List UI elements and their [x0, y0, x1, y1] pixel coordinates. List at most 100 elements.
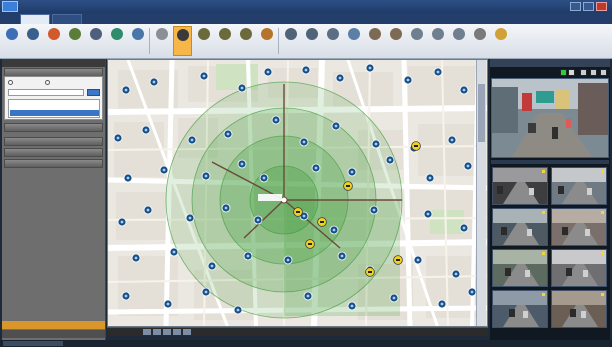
- map-vertical-scrollbar[interactable]: [476, 60, 486, 326]
- map-tool-button[interactable]: [153, 329, 161, 335]
- camera-status-badge: [601, 211, 604, 214]
- camera-fullscreen-button[interactable]: [600, 69, 607, 76]
- section-header-4[interactable]: [4, 159, 103, 168]
- toolbar-button-18[interactable]: [365, 26, 384, 56]
- link-icon: [5, 28, 18, 40]
- camera-marker-dot: [274, 118, 278, 122]
- toolbar-button-6[interactable]: [107, 26, 126, 56]
- camera-icon: [47, 28, 60, 40]
- list-item[interactable]: [10, 102, 99, 108]
- camera-marker-dot: [202, 74, 206, 78]
- camera-tile-3[interactable]: [492, 208, 548, 246]
- camera-tile-5[interactable]: [492, 249, 548, 287]
- camera-scene-shape: [552, 209, 606, 223]
- toolbar-button-10[interactable]: [194, 26, 213, 56]
- event-marker-glyph: [368, 271, 372, 273]
- camera-marker-dot: [116, 136, 120, 140]
- search-button[interactable]: [87, 89, 100, 96]
- toolbar-button-13[interactable]: [257, 26, 276, 56]
- toolbar-button-8[interactable]: [152, 26, 171, 56]
- list-item-selected[interactable]: [10, 110, 99, 116]
- section-header-1[interactable]: [4, 123, 103, 132]
- left-bottom-bar[interactable]: [2, 330, 105, 338]
- map-tool-button[interactable]: [143, 329, 151, 335]
- radio-option-b[interactable]: [45, 80, 50, 85]
- toolbar-button-21[interactable]: [428, 26, 447, 56]
- settings-icon: [68, 28, 81, 40]
- event-marker-glyph: [308, 243, 312, 245]
- camera-marker-dot: [134, 256, 138, 260]
- tab-secondary[interactable]: [52, 14, 82, 24]
- camera-marker-dot: [334, 124, 338, 128]
- camera-marker-dot: [338, 76, 342, 80]
- camera-play-button[interactable]: [560, 69, 567, 76]
- minimize-button[interactable]: [570, 2, 581, 11]
- camera-tile-7[interactable]: [492, 290, 548, 328]
- map-canvas[interactable]: [108, 60, 488, 327]
- toolbar-button-5[interactable]: [86, 26, 105, 56]
- camera-tile-6[interactable]: [551, 249, 607, 287]
- close-button[interactable]: [596, 2, 607, 11]
- toolbar-button-11[interactable]: [215, 26, 234, 56]
- camera-scene-shape: [562, 227, 568, 235]
- circle-icon: [155, 28, 168, 40]
- camera-marker-dot: [462, 88, 466, 92]
- camera-marker-dot: [286, 258, 290, 262]
- camera-marker-dot: [146, 208, 150, 212]
- tab-main[interactable]: [20, 14, 50, 24]
- map-tool-button[interactable]: [183, 329, 191, 335]
- map-tool-button[interactable]: [173, 329, 181, 335]
- toolbar-button-14[interactable]: [281, 26, 300, 56]
- camera-marker-dot: [304, 68, 308, 72]
- camera-panel: [490, 59, 610, 340]
- camera-scene-shape: [509, 309, 515, 317]
- target-icon: [218, 28, 231, 40]
- toolbar-button-1[interactable]: [2, 26, 21, 56]
- scrollbar-thumb[interactable]: [478, 84, 485, 142]
- camera-marker-dot: [224, 206, 228, 210]
- toolbar-button-4[interactable]: [65, 26, 84, 56]
- camera-tile-4[interactable]: [551, 208, 607, 246]
- camera-tile-2[interactable]: [551, 167, 607, 205]
- map-tool-button[interactable]: [163, 329, 171, 335]
- toolbar-button-15[interactable]: [302, 26, 321, 56]
- toolbar-button-7[interactable]: [128, 26, 147, 56]
- camera-scene-shape: [493, 168, 547, 182]
- toolbar-button-23[interactable]: [470, 26, 489, 56]
- camera-scene-shape: [493, 209, 547, 223]
- ruler-icon: [410, 28, 423, 40]
- camera-stop-button[interactable]: [568, 69, 575, 76]
- toolbar-button-2[interactable]: [23, 26, 42, 56]
- left-bottom-active-bar[interactable]: [2, 321, 105, 329]
- camera-marker-dot: [454, 272, 458, 276]
- maximize-button[interactable]: [583, 2, 594, 11]
- toolbar-button-9[interactable]: [173, 26, 192, 56]
- area-icon: [452, 28, 465, 40]
- map-view[interactable]: [107, 59, 488, 327]
- refresh-icon: [110, 28, 123, 40]
- camera-scene-shape: [552, 250, 606, 264]
- toolbar-button-19[interactable]: [386, 26, 405, 56]
- event-marker-glyph: [320, 221, 324, 223]
- toolbar-button-17[interactable]: [344, 26, 363, 56]
- camera-scene-shape: [585, 229, 590, 236]
- camera-scene-shape: [505, 268, 511, 276]
- section-header-2[interactable]: [4, 137, 103, 146]
- toolbar-button-22[interactable]: [449, 26, 468, 56]
- section-header-3[interactable]: [4, 148, 103, 157]
- toolbar-button-20[interactable]: [407, 26, 426, 56]
- camera-layout-button[interactable]: [590, 69, 597, 76]
- camera-tile-image: [493, 250, 547, 286]
- toolbar-button-3[interactable]: [44, 26, 63, 56]
- toolbar-button-16[interactable]: [323, 26, 342, 56]
- app-window: [0, 0, 612, 347]
- camera-marker-dot: [372, 208, 376, 212]
- radio-option-a[interactable]: [8, 80, 13, 85]
- camera-snapshot-button[interactable]: [580, 69, 587, 76]
- camera-tile-1[interactable]: [492, 167, 548, 205]
- main-camera-view[interactable]: [491, 78, 609, 158]
- toolbar-button-12[interactable]: [236, 26, 255, 56]
- camera-tile-8[interactable]: [551, 290, 607, 328]
- toolbar-button-24[interactable]: [491, 26, 510, 56]
- search-input[interactable]: [8, 89, 84, 96]
